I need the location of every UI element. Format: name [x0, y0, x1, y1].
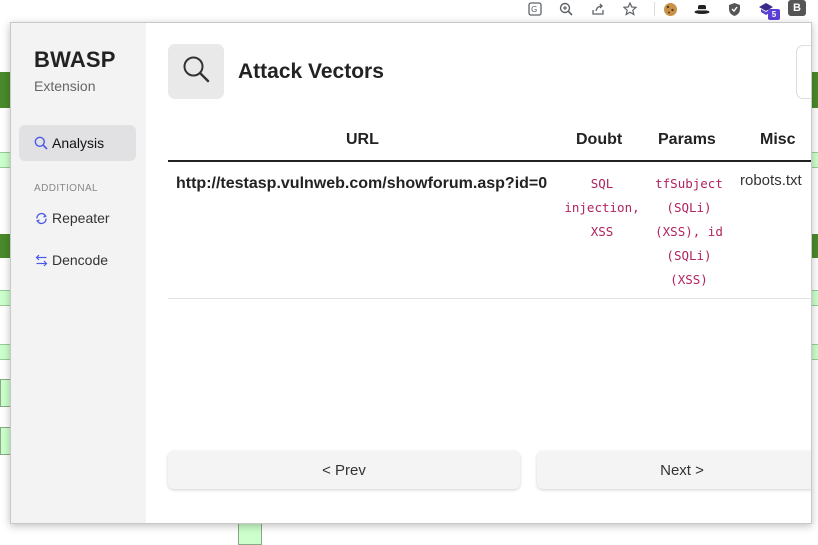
- side-card: [796, 45, 811, 99]
- svg-text:G: G: [531, 5, 537, 14]
- column-header-doubt: Doubt: [576, 131, 623, 148]
- main-panel: Attack Vectors URL Doubt Params Misc htt…: [146, 23, 811, 523]
- table-header-divider: [168, 160, 811, 162]
- params-line: tfSubject: [655, 176, 723, 191]
- doubt-line: injection,: [564, 200, 640, 215]
- sidebar-item-label: Repeater: [52, 210, 110, 226]
- doubt-cell: SQL injection, XSS: [558, 172, 646, 244]
- brand-subtitle: Extension: [34, 78, 96, 94]
- refresh-icon: [34, 211, 48, 225]
- extension-popup: BWASP Extension Analysis ADDITIONAL Repe…: [10, 22, 812, 524]
- shield-icon[interactable]: [723, 0, 745, 18]
- column-header-params: Params: [658, 131, 716, 148]
- attack-vectors-table: URL Doubt Params Misc http://testasp.vul…: [168, 126, 811, 301]
- params-line: (SQLi): [666, 248, 712, 263]
- bg-cell: [238, 522, 262, 545]
- search-icon: [34, 136, 48, 150]
- share-icon[interactable]: [587, 0, 609, 18]
- column-header-url: URL: [346, 131, 379, 148]
- misc-cell: robots.txt: [740, 172, 802, 189]
- translate-icon[interactable]: G: [524, 0, 546, 18]
- toolbar-divider: [654, 2, 655, 16]
- sidebar-item-dencode[interactable]: Dencode: [19, 242, 136, 278]
- sidebar-item-label: Analysis: [52, 135, 105, 151]
- doubt-line: XSS: [590, 224, 614, 239]
- page-title: Attack Vectors: [238, 60, 384, 83]
- sidebar-item-label: Dencode: [52, 252, 109, 268]
- profile-avatar[interactable]: B: [788, 0, 806, 16]
- search-icon: [181, 54, 211, 89]
- url-cell: http://testasp.vulnweb.com/showforum.asp…: [176, 175, 548, 192]
- next-page-button[interactable]: Next >: [537, 451, 811, 489]
- params-line: (SQLi): [666, 200, 712, 215]
- brand-title: BWASP: [34, 47, 116, 72]
- prev-page-button[interactable]: < Prev: [168, 451, 520, 489]
- params-cell: tfSubject (SQLi) (XSS), id (SQLi) (XSS): [648, 172, 730, 292]
- swap-icon: [34, 253, 48, 267]
- cookie-icon[interactable]: [659, 0, 681, 18]
- table-row-divider: [168, 298, 811, 299]
- sidebar: BWASP Extension Analysis ADDITIONAL Repe…: [11, 23, 146, 523]
- search-icon-box: [168, 44, 224, 99]
- column-header-misc: Misc: [760, 131, 796, 148]
- browser-toolbar: G 5 B: [0, 0, 818, 22]
- sidebar-item-repeater[interactable]: Repeater: [19, 200, 136, 236]
- hat-icon[interactable]: [691, 0, 713, 18]
- sidebar-section-label: ADDITIONAL: [34, 183, 99, 194]
- sidebar-item-analysis[interactable]: Analysis: [19, 125, 136, 161]
- extension-badge: 5: [768, 9, 780, 20]
- params-line: (XSS), id: [655, 224, 723, 239]
- doubt-line: SQL: [590, 176, 614, 191]
- star-icon[interactable]: [619, 0, 641, 18]
- params-line: (XSS): [670, 272, 708, 287]
- zoom-icon[interactable]: [555, 0, 577, 18]
